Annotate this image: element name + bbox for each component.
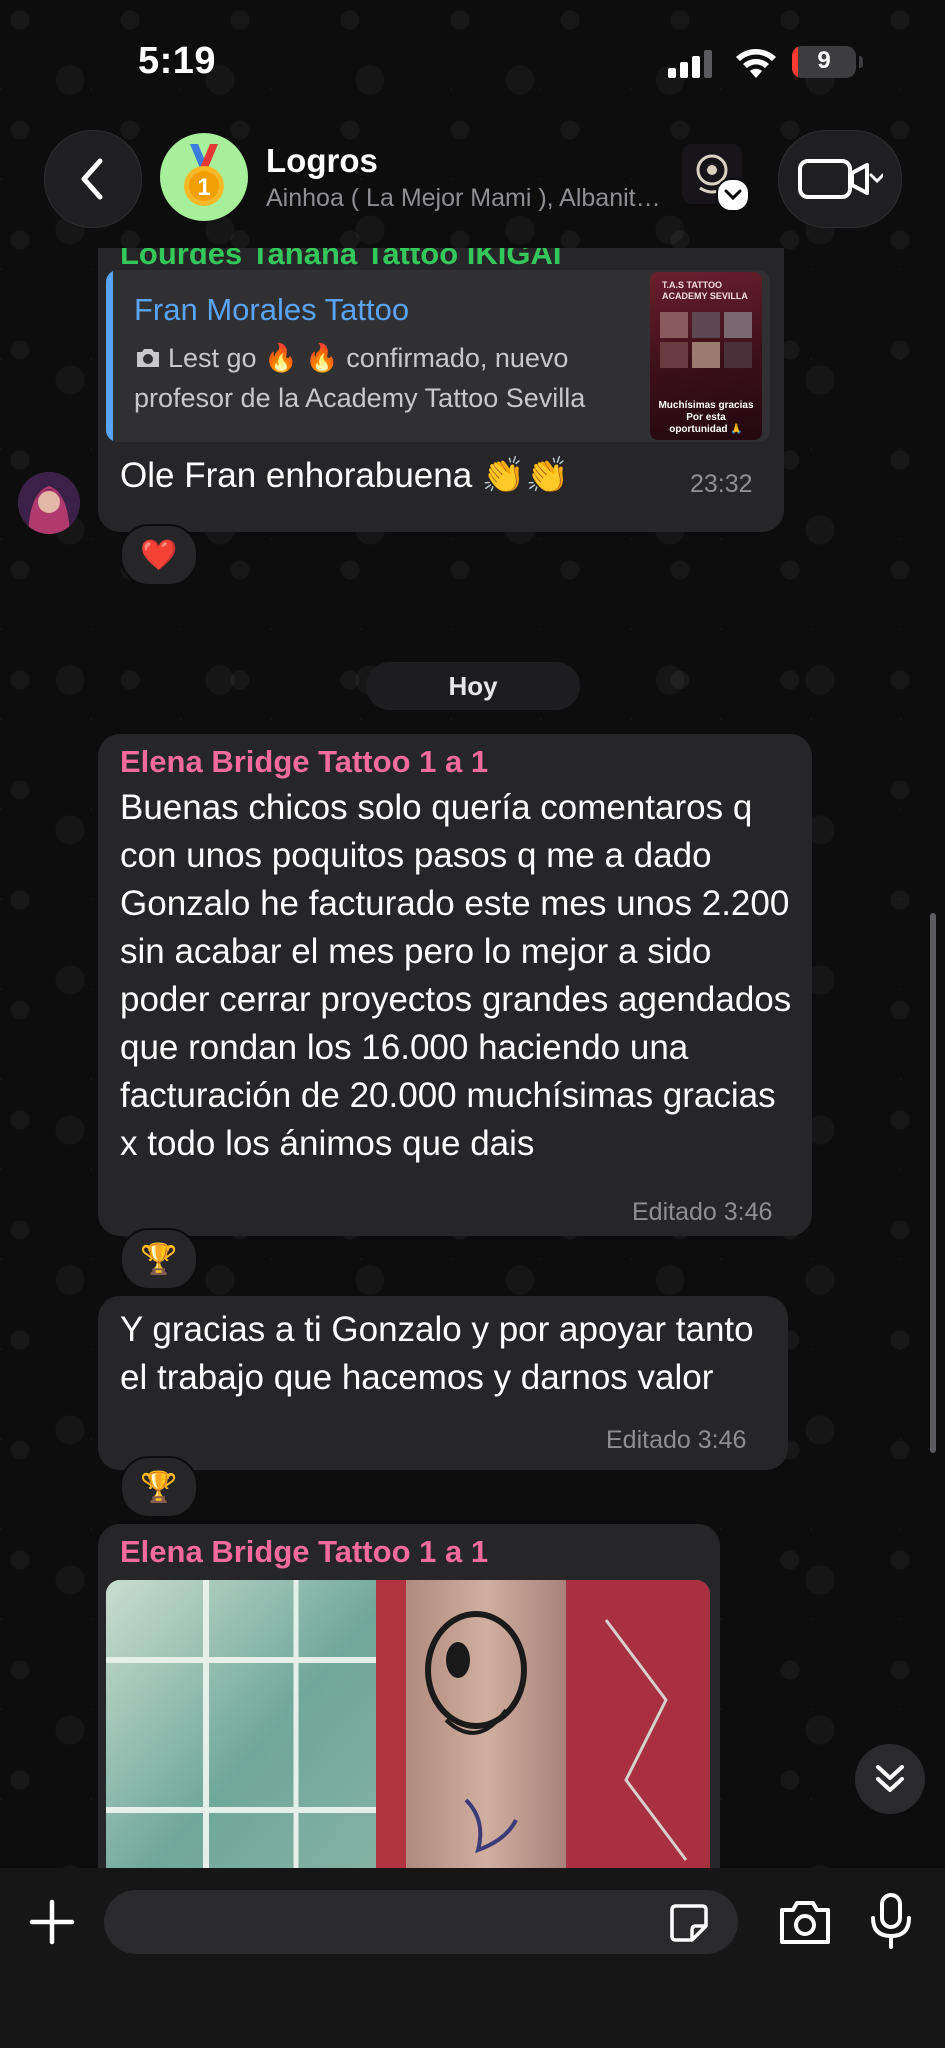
tattoo-photo[interactable] [106, 1580, 710, 1868]
message-composer [0, 1868, 945, 2048]
video-call-button[interactable] [778, 130, 902, 228]
cellular-signal-icon [668, 50, 712, 78]
status-time: 5:19 [138, 40, 217, 82]
trophy-reaction[interactable]: 🏆 [120, 1228, 198, 1290]
chevron-left-icon [81, 158, 103, 200]
quoted-sender: Fran Morales Tattoo [134, 292, 410, 327]
plus-icon[interactable] [28, 1898, 76, 1946]
message-sender[interactable]: Elena Bridge Tattoo 1 a 1 [120, 744, 488, 780]
quoted-text-content: Lest go 🔥 🔥 confirmado, nuevo profesor d… [134, 343, 586, 413]
quoted-text: Lest go 🔥 🔥 confirmado, nuevo profesor d… [134, 338, 634, 418]
camera-icon [137, 349, 159, 367]
message-text[interactable]: Buenas chicos solo quería comentaros q c… [120, 784, 800, 1168]
chevron-down-icon [724, 189, 742, 201]
message-time: 23:32 [690, 470, 753, 498]
thumb-grid [660, 312, 752, 372]
message-sender[interactable]: Lourdes Tanana Tattoo IKIGAI [120, 248, 561, 272]
trophy-reaction-emoji: 🏆 [140, 1242, 178, 1276]
group-avatar[interactable]: 1 [160, 133, 248, 221]
battery-indicator: 9 [792, 46, 856, 78]
message-list[interactable]: Lourdes Tanana Tattoo IKIGAI Fran Morale… [0, 248, 945, 1868]
sticker-icon[interactable] [668, 1902, 710, 1944]
tattoo-photo-image [106, 1580, 710, 1868]
chevron-down-badge-icon[interactable] [716, 178, 750, 212]
trophy-reaction[interactable]: 🏆 [120, 1456, 198, 1518]
photo-message-bubble[interactable]: Elena Bridge Tattoo 1 a 1 [98, 1524, 720, 1868]
svg-text:1: 1 [197, 174, 210, 201]
camera-icon[interactable] [778, 1898, 832, 1946]
quoted-message[interactable]: Fran Morales Tattoo Lest go 🔥 🔥 confirma… [106, 270, 770, 442]
date-separator: Hoy [366, 662, 580, 710]
medal-icon: 1 [184, 144, 224, 206]
message-input[interactable] [104, 1890, 738, 1954]
status-bar: 5:19 9 [0, 0, 945, 120]
sender-avatar[interactable] [18, 472, 80, 534]
chat-header: 1 Logros Ainhoa ( La Mejor Mami ), Alban… [0, 120, 945, 248]
video-camera-icon [798, 159, 883, 199]
quote-accent-bar [106, 270, 113, 442]
message-sender[interactable]: Elena Bridge Tattoo 1 a 1 [120, 1534, 488, 1570]
battery-nub [859, 56, 863, 68]
scroll-indicator[interactable] [930, 913, 936, 1453]
message-edited-time: Editado 3:46 [632, 1198, 773, 1226]
message-text[interactable]: Ole Fran enhorabuena 👏👏 [120, 452, 569, 500]
double-chevron-down-icon [876, 1765, 904, 1792]
heart-reaction[interactable]: ❤️ [120, 524, 198, 586]
person-avatar-icon [18, 472, 80, 534]
chat-screen: 5:19 9 1 Logros Ainhoa (La Mejor Mami)… [0, 0, 945, 2048]
battery-level: 9 [817, 47, 831, 74]
group-title[interactable]: Logros [266, 142, 378, 180]
microphone-icon[interactable] [868, 1892, 914, 1950]
message-text[interactable]: Y gracias a ti Gonzalo y por apoyar tant… [120, 1306, 780, 1402]
thumb-caption-top: T.A.S TATTOO ACADEMY SEVILLA [662, 280, 748, 301]
message-edited-time: Editado 3:46 [606, 1426, 747, 1454]
heart-reaction-emoji: ❤️ [140, 538, 178, 572]
message-bubble[interactable]: Y gracias a ti Gonzalo y por apoyar tant… [98, 1296, 788, 1470]
quoted-image-thumbnail: T.A.S TATTOO ACADEMY SEVILLA Muchísimas … [650, 272, 762, 440]
message-bubble[interactable]: Lourdes Tanana Tattoo IKIGAI Fran Morale… [98, 248, 784, 532]
message-bubble[interactable]: Elena Bridge Tattoo 1 a 1 Buenas chicos … [98, 734, 812, 1236]
scroll-to-bottom-button[interactable] [855, 1744, 925, 1814]
wifi-icon [736, 49, 776, 78]
trophy-reaction-emoji: 🏆 [140, 1470, 178, 1504]
thumb-caption-bottom: Muchísimas gracias Por esta oportunidad … [658, 400, 754, 435]
back-button[interactable] [44, 130, 142, 228]
group-participants[interactable]: Ainhoa ( La Mejor Mami ), Albanito, Albe… [266, 184, 671, 213]
